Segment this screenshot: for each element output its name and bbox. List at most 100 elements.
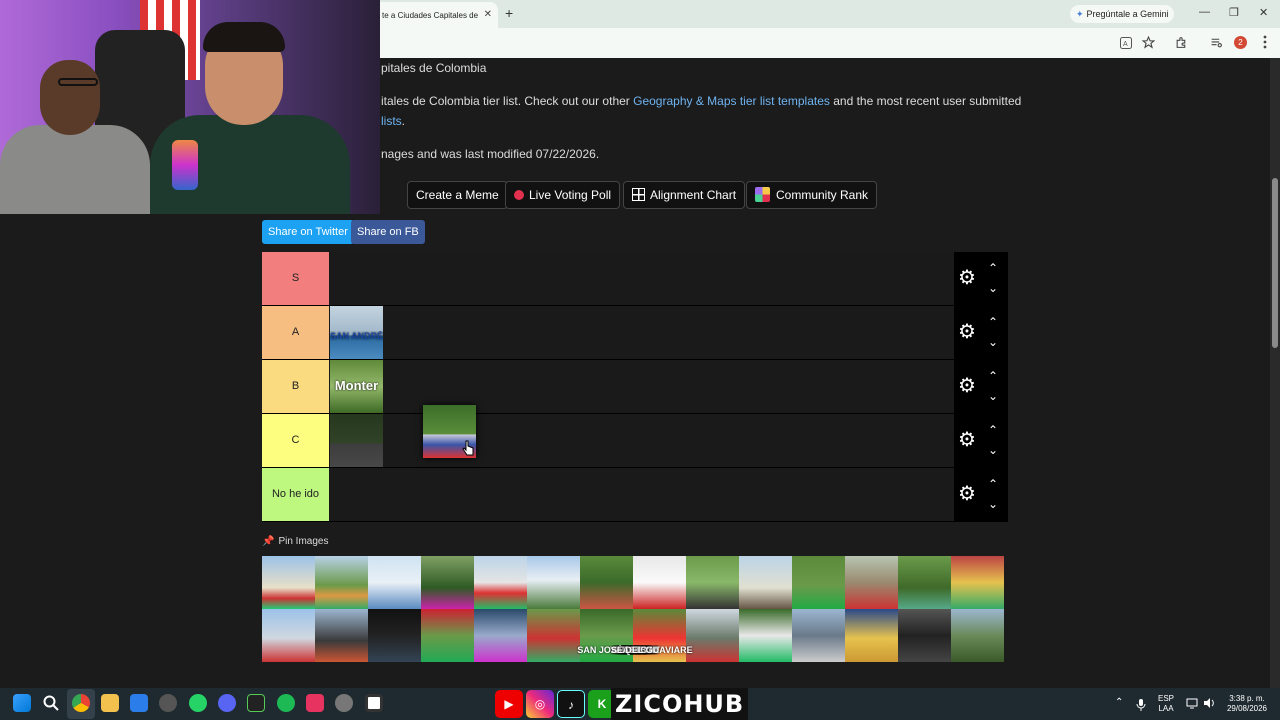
minimize-icon[interactable]: — [1199,6,1210,18]
chrome-icon[interactable] [72,694,90,712]
user-lists-link[interactable]: lists [381,114,402,128]
gear-icon[interactable]: ⚙ [958,376,976,396]
obs-icon[interactable] [335,694,353,712]
gear-icon[interactable]: ⚙ [958,268,976,288]
language-indicator[interactable]: ESP LAA [1158,694,1174,714]
tier-label-b[interactable]: B [262,360,329,413]
gear-icon[interactable]: ⚙ [958,484,976,504]
chevron-down-icon[interactable]: ⌄ [988,282,998,294]
image-caption: SAN ANDRÉS [330,331,383,341]
microphone-icon[interactable] [1136,699,1146,714]
profile-avatar[interactable]: 2 [1234,36,1247,49]
chevron-up-icon[interactable]: ⌃ [988,262,998,274]
app-icon[interactable] [159,694,177,712]
pool-image[interactable] [686,556,739,609]
new-tab-icon[interactable]: + [505,5,513,21]
chevron-up-icon[interactable]: ⌃ [988,370,998,382]
create-meme-button[interactable]: Create a Meme [407,181,508,209]
gemini-sparkle-icon: ✦ [1076,9,1084,19]
description-text: itales de Colombia tier list. Check out … [381,94,634,108]
image-caption: SAN JOSÉ DEL GUAVIARE [577,645,693,655]
tier-row-a: A SAN ANDRÉS ⚙ ⌃ ⌄ [262,306,1008,360]
media-control-icon[interactable] [1210,36,1223,52]
store-icon[interactable] [130,694,148,712]
bookmark-star-icon[interactable] [1141,35,1156,52]
pool-image[interactable]: Riohacha [580,556,655,655]
tier-row-b: B Monter ⚙ ⌃ ⌄ [262,360,1008,414]
pool-image[interactable]: ITAZAT [315,556,650,655]
microphone [172,140,198,190]
close-window-icon[interactable]: ✕ [1259,6,1268,19]
tier-row-c: C ⚙ ⌃ ⌄ [262,414,1008,468]
search-icon[interactable] [42,694,60,712]
description-line-2: lists. [381,114,405,128]
restore-icon[interactable]: ❐ [1229,6,1239,19]
chevron-up-icon[interactable]: ⌃ [988,478,998,490]
file-explorer-icon[interactable] [101,694,119,712]
tier-label-c[interactable]: C [262,414,329,467]
pool-image[interactable]: PEREIR [618,556,951,655]
live-voting-label: Live Voting Poll [529,188,612,202]
clock[interactable]: 3:38 p. m. 29/08/2026 [1222,694,1272,714]
tab-close-icon[interactable]: ✕ [484,9,492,20]
capcut-icon[interactable] [365,694,383,712]
live-voting-button[interactable]: Live Voting Poll [505,181,621,209]
scrollbar-thumb[interactable] [1272,178,1278,348]
keyboard-layout: LAA [1158,704,1174,713]
terminal-icon[interactable] [247,694,265,712]
tier-controls: ⚙ ⌃ ⌄ [954,468,1008,522]
community-rank-button[interactable]: Community Rank [746,181,878,209]
tier-image[interactable]: Monter [330,360,383,413]
share-fb-button[interactable]: Share on FB [351,220,425,244]
pool-image[interactable]: YOPCUCUT [610,556,845,655]
tiktok-icon[interactable] [306,694,324,712]
volume-icon[interactable] [1203,697,1215,712]
pool-image[interactable]: BOGO [474,556,649,655]
image-pool: ITAZAT Leticia BOGOT BOGO ARAMANC Riohacha Nei… [262,556,1008,663]
pool-image[interactable]: Leticia [368,556,649,655]
tier-label-no-he-ido[interactable]: No he ido [262,468,329,521]
record-dot-icon [514,190,524,200]
pin-images-toggle[interactable]: 📌 Pin Images [262,536,328,547]
pool-image[interactable] [262,556,315,609]
tier-label-s[interactable]: S [262,252,329,305]
pool-image[interactable]: armen [621,556,898,655]
tier-controls: ⚙ ⌃ ⌄ [954,360,1008,414]
tier-image[interactable]: SAN ANDRÉS [330,306,383,359]
clock-time: 3:38 p. m. [1229,694,1265,703]
pool-image[interactable]: BOGOT [421,556,652,655]
extensions-icon[interactable] [1175,36,1188,52]
kebab-menu-icon[interactable] [1263,35,1267,52]
tier-image-drag-placeholder[interactable] [330,414,383,467]
pool-image[interactable]: SAN JOSÉ DEL GUAVIARE [577,609,1004,662]
chevron-down-icon[interactable]: ⌄ [988,336,998,348]
gear-icon[interactable]: ⚙ [958,430,976,450]
discord-icon[interactable] [218,694,236,712]
chevron-down-icon[interactable]: ⌄ [988,444,998,456]
spotify-icon[interactable] [277,694,295,712]
pool-image[interactable]: MOJARRE [612,556,792,655]
pool-image[interactable]: ARAMANC [527,556,658,655]
whatsapp-icon[interactable] [189,694,207,712]
pool-image[interactable]: Neiva [623,556,686,655]
chevron-up-icon[interactable]: ⌃ [1115,698,1123,708]
geography-templates-link[interactable]: Geography & Maps tier list templates [633,94,830,108]
gear-icon[interactable]: ⚙ [958,322,976,342]
gemini-button[interactable]: ✦ Pregúntale a Gemini [1070,5,1174,23]
tier-label-a[interactable]: A [262,306,329,359]
chevron-down-icon[interactable]: ⌄ [988,498,998,510]
page-scrollbar[interactable] [1270,58,1280,688]
pool-image[interactable]: POPAY [620,556,1004,655]
alignment-chart-button[interactable]: Alignment Chart [623,181,746,209]
windows-start-icon[interactable] [13,694,31,712]
chevron-up-icon[interactable]: ⌃ [988,316,998,328]
chevron-up-icon[interactable]: ⌃ [988,424,998,436]
network-icon[interactable] [1186,697,1198,712]
svg-text:A: A [1123,41,1128,48]
page-subtitle: pitales de Colombia [381,61,487,75]
webcam-overlay [0,0,380,214]
translate-icon[interactable]: A [1120,37,1132,52]
chevron-down-icon[interactable]: ⌄ [988,390,998,402]
browser-tab[interactable]: te a Ciudades Capitales de ✕ [372,2,498,28]
share-twitter-button[interactable]: Share on Twitter [262,220,354,244]
